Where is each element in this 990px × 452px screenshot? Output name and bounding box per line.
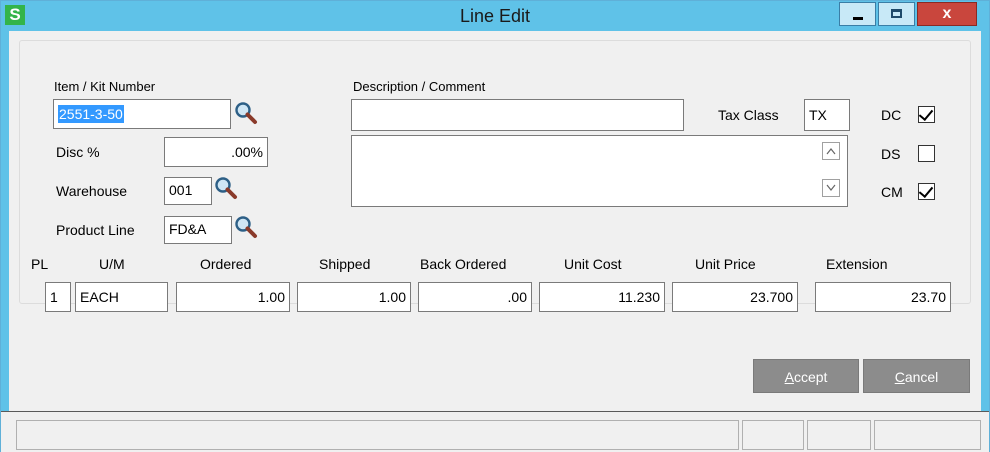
status-panel-3 <box>807 420 871 450</box>
unit-cost-cell[interactable]: 11.230 <box>539 282 665 312</box>
tax-class-label: Tax Class <box>718 107 779 123</box>
unit-price-cell[interactable]: 23.700 <box>672 282 798 312</box>
comment-textarea[interactable] <box>351 135 848 207</box>
disc-percent-input[interactable]: .00% <box>164 137 268 167</box>
item-kit-number-label: Item / Kit Number <box>54 79 156 94</box>
maximize-icon <box>891 9 902 18</box>
col-header-pl: PL <box>31 256 49 272</box>
cm-checkbox[interactable] <box>918 182 935 200</box>
close-button[interactable]: x <box>917 2 977 26</box>
status-panel-main <box>16 420 739 450</box>
item-lookup-magnifier-icon[interactable] <box>233 100 259 126</box>
description-comment-label: Description / Comment <box>353 79 486 94</box>
product-line-label: Product Line <box>56 222 135 238</box>
back-ordered-cell[interactable]: .00 <box>418 282 532 312</box>
product-line-lookup-magnifier-icon[interactable] <box>233 214 259 240</box>
line-edit-window: S Line Edit x Item / Kit Number 2551-3-5… <box>0 0 990 452</box>
col-header-ordered: Ordered <box>200 256 252 272</box>
description-input[interactable] <box>351 99 684 131</box>
accept-label: ccept <box>793 369 828 385</box>
disc-percent-label: Disc % <box>56 144 100 160</box>
col-header-unit-cost: Unit Cost <box>564 256 622 272</box>
title-bar[interactable]: S Line Edit x <box>1 1 989 31</box>
col-header-extension: Extension <box>826 256 888 272</box>
warehouse-label: Warehouse <box>56 183 128 199</box>
chevron-up-icon <box>826 148 836 155</box>
col-header-um: U/M <box>99 256 125 272</box>
warehouse-input[interactable]: 001 <box>164 177 212 205</box>
product-line-input[interactable]: FD&A <box>164 216 232 244</box>
accept-button[interactable]: Accept <box>753 359 859 393</box>
cancel-label: ancel <box>904 369 939 385</box>
item-kit-number-input[interactable]: 2551-3-50 <box>53 99 231 129</box>
accept-hotkey: A <box>784 369 794 385</box>
ds-label: DS <box>881 146 901 162</box>
checkmark-icon <box>918 105 934 122</box>
cancel-hotkey: C <box>894 369 905 385</box>
tax-class-input[interactable]: TX <box>804 99 850 131</box>
col-header-back-ordered: Back Ordered <box>420 256 507 272</box>
col-header-unit-price: Unit Price <box>695 256 756 272</box>
scroll-up-button[interactable] <box>822 142 840 160</box>
minimize-icon <box>853 17 863 20</box>
chevron-down-icon <box>826 184 836 191</box>
minimize-button[interactable] <box>839 2 876 26</box>
shipped-cell[interactable]: 1.00 <box>297 282 411 312</box>
ordered-cell[interactable]: 1.00 <box>176 282 290 312</box>
dc-checkbox[interactable] <box>918 105 935 123</box>
status-bar <box>1 411 989 452</box>
um-cell[interactable]: EACH <box>75 282 168 312</box>
item-kit-number-value: 2551-3-50 <box>58 105 124 123</box>
dc-label: DC <box>881 107 902 123</box>
status-panel-4 <box>874 420 981 450</box>
maximize-button[interactable] <box>878 2 915 26</box>
scroll-down-button[interactable] <box>822 179 840 197</box>
cm-label: CM <box>881 184 903 200</box>
ds-checkbox[interactable] <box>918 145 935 162</box>
status-panel-2 <box>742 420 804 450</box>
extension-cell[interactable]: 23.70 <box>815 282 951 312</box>
checkmark-icon <box>918 182 934 199</box>
pl-cell[interactable]: 1 <box>45 282 71 312</box>
warehouse-lookup-magnifier-icon[interactable] <box>213 175 239 201</box>
col-header-shipped: Shipped <box>319 256 371 272</box>
cancel-button[interactable]: Cancel <box>863 359 970 393</box>
